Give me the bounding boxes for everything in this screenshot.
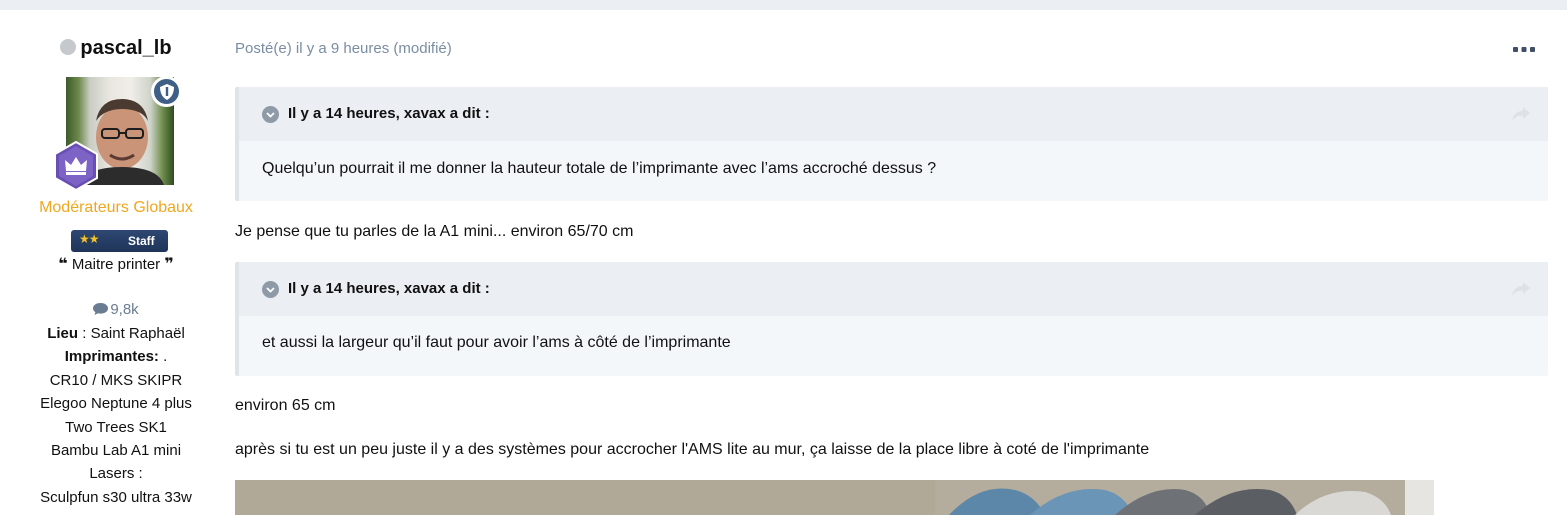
- author-group: Modérateurs Globaux: [39, 199, 193, 216]
- staff-badge-label: Staff: [128, 234, 155, 248]
- location-label: Lieu: [47, 325, 79, 342]
- location-separator: :: [78, 325, 91, 342]
- author-printers-heading: Imprimantes: .: [0, 348, 232, 365]
- printer-item: Bambu Lab A1 mini: [50, 442, 182, 459]
- comment-bubble-icon: [93, 303, 109, 315]
- staff-stars-icon: ★★: [79, 232, 99, 246]
- reply-paragraph: Je pense que tu parles de la A1 mini... …: [235, 223, 634, 240]
- printer-item: CR10 / MKS SKIPR: [49, 372, 183, 389]
- share-arrow-icon[interactable]: [1512, 282, 1530, 296]
- share-arrow-icon[interactable]: [1512, 107, 1530, 121]
- close-quote-glyph: ❞: [164, 256, 174, 273]
- more-options-icon[interactable]: [1512, 45, 1536, 55]
- printer-item: Elegoo Neptune 4 plus: [40, 395, 192, 412]
- printer-item: Two Trees SK1: [65, 419, 167, 436]
- post-count[interactable]: 9,8k: [0, 301, 232, 318]
- location-value: Saint Raphaël: [90, 325, 185, 342]
- quote-header: Il y a 14 heures, xavax a dit :: [239, 262, 1548, 316]
- staff-badge: ★★ Staff: [71, 230, 168, 252]
- printers-label-suffix: .: [158, 348, 168, 365]
- quote-header: Il y a 14 heures, xavax a dit :: [239, 87, 1548, 141]
- author-custom-title: ❝ Maitre printer ❞: [0, 254, 232, 274]
- moderator-shield-icon: [151, 76, 182, 107]
- lasers-label: Lasers :: [89, 465, 143, 482]
- chevron-down-icon[interactable]: [262, 281, 279, 298]
- author-location: Lieu : Saint Raphaël: [0, 325, 232, 342]
- author-name-link[interactable]: pascal_lb: [80, 37, 171, 59]
- chevron-down-icon[interactable]: [262, 106, 279, 123]
- page-top-strip: [0, 0, 1567, 10]
- quote-citation: Il y a 14 heures, xavax a dit :: [288, 280, 490, 297]
- reply-paragraph: environ 65 cm: [235, 397, 336, 414]
- quote-block: Il y a 14 heures, xavax a dit : et aussi…: [235, 262, 1548, 376]
- quote-block: Il y a 14 heures, xavax a dit : Quelqu’u…: [235, 87, 1548, 201]
- custom-title-text: Maitre printer: [71, 256, 161, 273]
- author-name-row: pascal_lb: [0, 37, 232, 60]
- post-author-panel: pascal_lb Modérateurs Globaux ★★ Staff ❝…: [0, 10, 232, 515]
- quote-citation: Il y a 14 heures, xavax a dit :: [288, 105, 490, 122]
- printers-label: Imprimantes:: [64, 348, 159, 365]
- author-avatar[interactable]: [54, 76, 182, 192]
- quote-text: et aussi la largeur qu’il faut pour avoi…: [262, 334, 731, 351]
- quote-text: Quelqu’un pourrait il me donner la haute…: [262, 160, 937, 177]
- post-count-value: 9,8k: [110, 301, 139, 318]
- rank-crown-icon: [52, 140, 100, 192]
- open-quote-glyph: ❝: [58, 256, 68, 273]
- offline-status-icon: [60, 39, 77, 55]
- laser-item: Sculpfun s30 ultra 33w: [40, 489, 192, 506]
- attached-photo[interactable]: [235, 480, 1434, 515]
- post-timestamp-link[interactable]: Posté(e) il y a 9 heures (modifié): [235, 40, 452, 57]
- reply-paragraph: après si tu est un peu juste il y a des …: [235, 441, 1150, 458]
